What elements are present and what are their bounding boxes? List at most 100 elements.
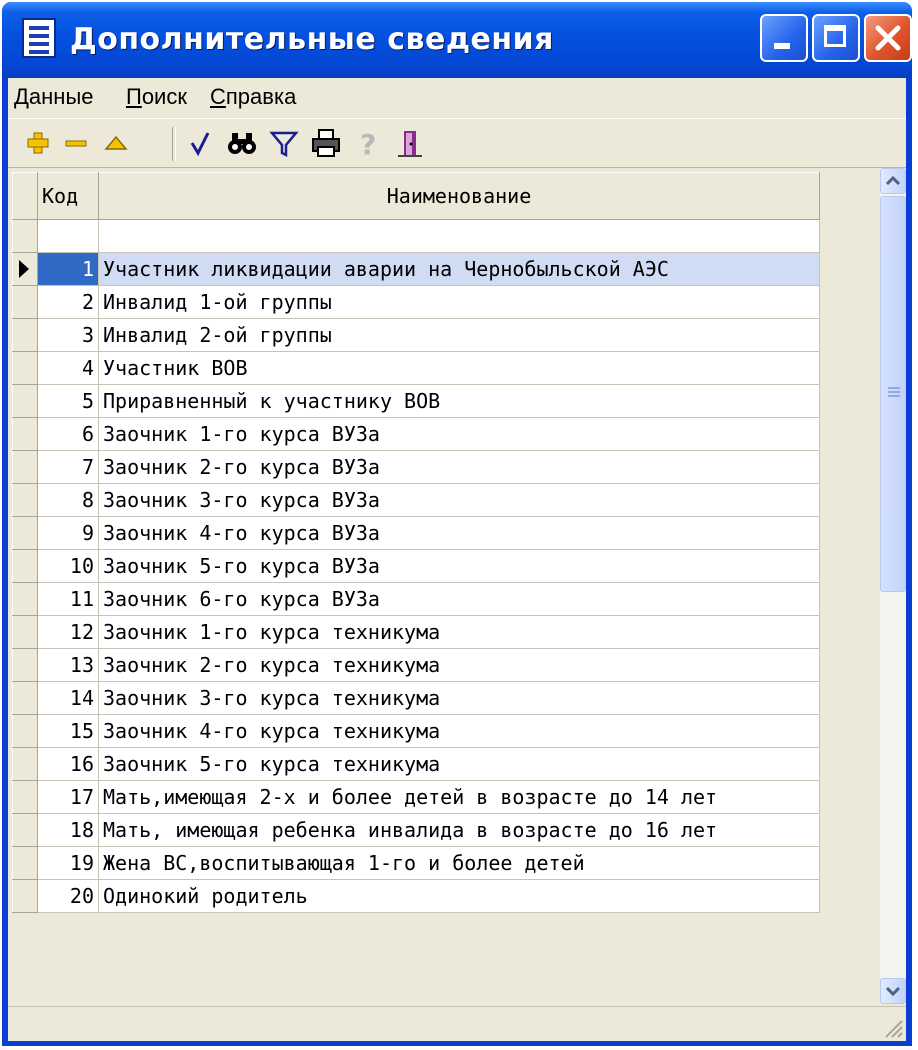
cell-name[interactable]: Заочник 1-го курса техникума bbox=[98, 615, 820, 649]
plus-icon[interactable] bbox=[22, 127, 54, 159]
table-row[interactable]: 8 Заочник 3-го курса ВУЗа bbox=[12, 483, 820, 517]
maximize-button[interactable] bbox=[812, 14, 860, 62]
column-header-code[interactable]: Код bbox=[37, 172, 99, 220]
table-row[interactable]: 12 Заочник 1-го курса техникума bbox=[12, 615, 820, 649]
binoculars-icon[interactable] bbox=[226, 127, 258, 159]
menu-help[interactable]: Справка bbox=[210, 84, 296, 110]
resize-grip-icon[interactable] bbox=[878, 1013, 904, 1039]
table-row[interactable]: 10 Заочник 5-го курса ВУЗа bbox=[12, 549, 820, 583]
cell-name[interactable]: Заочник 2-го курса техникума bbox=[98, 648, 820, 682]
row-indicator[interactable] bbox=[12, 615, 38, 649]
table-row[interactable]: 5 Приравненный к участнику ВОВ bbox=[12, 384, 820, 418]
menu-data[interactable]: Данные bbox=[14, 84, 94, 110]
close-button[interactable] bbox=[864, 14, 912, 62]
cell-name[interactable]: Мать, имеющая ребенка инвалида в возраст… bbox=[98, 813, 820, 847]
cell-name[interactable]: Участник ликвидации аварии на Чернобыльс… bbox=[98, 252, 820, 286]
cell-name[interactable]: Инвалид 1-ой группы bbox=[98, 285, 820, 319]
cell-name[interactable]: Заочник 3-го курса ВУЗа bbox=[98, 483, 820, 517]
row-indicator[interactable] bbox=[12, 351, 38, 385]
cell-name[interactable]: Заочник 5-го курса ВУЗа bbox=[98, 549, 820, 583]
cell-code[interactable]: 3 bbox=[37, 318, 99, 352]
row-indicator[interactable] bbox=[12, 648, 38, 682]
vertical-scrollbar[interactable] bbox=[880, 168, 906, 1004]
minus-icon[interactable] bbox=[60, 127, 92, 159]
table-row[interactable]: 19 Жена ВС,воспитывающая 1-го и более дет… bbox=[12, 846, 820, 880]
row-indicator[interactable] bbox=[12, 582, 38, 616]
row-indicator[interactable] bbox=[12, 417, 38, 451]
row-indicator[interactable] bbox=[12, 549, 38, 583]
cell-code[interactable]: 2 bbox=[37, 285, 99, 319]
up-triangle-icon[interactable] bbox=[100, 127, 132, 159]
cell-code[interactable]: 1 bbox=[37, 252, 99, 286]
table-row[interactable]: 11 Заочник 6-го курса ВУЗа bbox=[12, 582, 820, 616]
cell-name[interactable]: Одинокий родитель bbox=[98, 879, 820, 913]
row-indicator[interactable] bbox=[12, 813, 38, 847]
cell-code[interactable]: 10 bbox=[37, 549, 99, 583]
table-row[interactable]: 9 Заочник 4-го курса ВУЗа bbox=[12, 516, 820, 550]
data-grid[interactable]: Код Наименование 1 Участник ликвидации ав… bbox=[12, 172, 820, 982]
cell-name[interactable]: Заочник 4-го курса техникума bbox=[98, 714, 820, 748]
row-indicator[interactable] bbox=[12, 483, 38, 517]
cell-name[interactable]: Заочник 3-го курса техникума bbox=[98, 681, 820, 715]
table-row[interactable]: 16 Заочник 5-го курса техникума bbox=[12, 747, 820, 781]
row-indicator[interactable] bbox=[12, 681, 38, 715]
cell-name[interactable]: Заочник 5-го курса техникума bbox=[98, 747, 820, 781]
cell-name[interactable]: Приравненный к участнику ВОВ bbox=[98, 384, 820, 418]
table-row[interactable]: 3 Инвалид 2-ой группы bbox=[12, 318, 820, 352]
cell-name[interactable]: Заочник 1-го курса ВУЗа bbox=[98, 417, 820, 451]
cell-name[interactable]: Заочник 6-го курса ВУЗа bbox=[98, 582, 820, 616]
row-indicator[interactable] bbox=[12, 516, 38, 550]
cell-code[interactable]: 8 bbox=[37, 483, 99, 517]
cell-code[interactable]: 17 bbox=[37, 780, 99, 814]
cell-code[interactable]: 20 bbox=[37, 879, 99, 913]
cell-code[interactable]: 13 bbox=[37, 648, 99, 682]
exit-door-icon[interactable] bbox=[394, 127, 426, 159]
cell-code[interactable]: 16 bbox=[37, 747, 99, 781]
row-indicator[interactable] bbox=[12, 780, 38, 814]
scroll-up-button[interactable] bbox=[880, 168, 906, 194]
cell-name[interactable]: Заочник 4-го курса ВУЗа bbox=[98, 516, 820, 550]
cell-name[interactable]: Участник ВОВ bbox=[98, 351, 820, 385]
filter-cell-name[interactable] bbox=[98, 219, 820, 253]
row-indicator[interactable] bbox=[12, 384, 38, 418]
cell-code[interactable]: 12 bbox=[37, 615, 99, 649]
table-row[interactable]: 18 Мать, имеющая ребенка инвалида в возра… bbox=[12, 813, 820, 847]
cell-code[interactable]: 4 bbox=[37, 351, 99, 385]
table-row[interactable]: 15 Заочник 4-го курса техникума bbox=[12, 714, 820, 748]
cell-name[interactable]: Жена ВС,воспитывающая 1-го и более детей bbox=[98, 846, 820, 880]
table-row[interactable]: 7 Заочник 2-го курса ВУЗа bbox=[12, 450, 820, 484]
cell-code[interactable]: 9 bbox=[37, 516, 99, 550]
cell-code[interactable]: 15 bbox=[37, 714, 99, 748]
row-indicator[interactable] bbox=[12, 879, 38, 913]
row-indicator[interactable] bbox=[12, 747, 38, 781]
minimize-button[interactable] bbox=[760, 14, 808, 62]
cell-code[interactable]: 19 bbox=[37, 846, 99, 880]
cell-name[interactable]: Инвалид 2-ой группы bbox=[98, 318, 820, 352]
printer-icon[interactable] bbox=[310, 127, 342, 159]
app-icon[interactable] bbox=[22, 18, 56, 58]
scroll-down-button[interactable] bbox=[880, 978, 906, 1004]
table-row[interactable]: 1 Участник ликвидации аварии на Чернобыль… bbox=[12, 252, 820, 286]
cell-code[interactable]: 5 bbox=[37, 384, 99, 418]
table-row[interactable]: 17 Мать,имеющая 2-х и более детей в возра… bbox=[12, 780, 820, 814]
row-indicator[interactable] bbox=[12, 714, 38, 748]
table-row[interactable]: 20 Одинокий родитель bbox=[12, 879, 820, 913]
cell-code[interactable]: 14 bbox=[37, 681, 99, 715]
help-icon[interactable]: ? bbox=[352, 127, 384, 159]
cell-code[interactable]: 18 bbox=[37, 813, 99, 847]
cell-code[interactable]: 7 bbox=[37, 450, 99, 484]
filter-cell-code[interactable] bbox=[37, 219, 99, 253]
table-row[interactable]: 2 Инвалид 1-ой группы bbox=[12, 285, 820, 319]
checkmark-icon[interactable] bbox=[184, 127, 216, 159]
cell-code[interactable]: 11 bbox=[37, 582, 99, 616]
cell-name[interactable]: Заочник 2-го курса ВУЗа bbox=[98, 450, 820, 484]
row-indicator[interactable] bbox=[12, 450, 38, 484]
table-row[interactable]: 6 Заочник 1-го курса ВУЗа bbox=[12, 417, 820, 451]
row-indicator[interactable] bbox=[12, 318, 38, 352]
menu-search[interactable]: Поиск bbox=[126, 84, 187, 110]
row-indicator[interactable] bbox=[12, 252, 38, 286]
row-indicator[interactable] bbox=[12, 285, 38, 319]
table-row[interactable]: 4 Участник ВОВ bbox=[12, 351, 820, 385]
row-indicator[interactable] bbox=[12, 846, 38, 880]
table-row[interactable]: 14 Заочник 3-го курса техникума bbox=[12, 681, 820, 715]
